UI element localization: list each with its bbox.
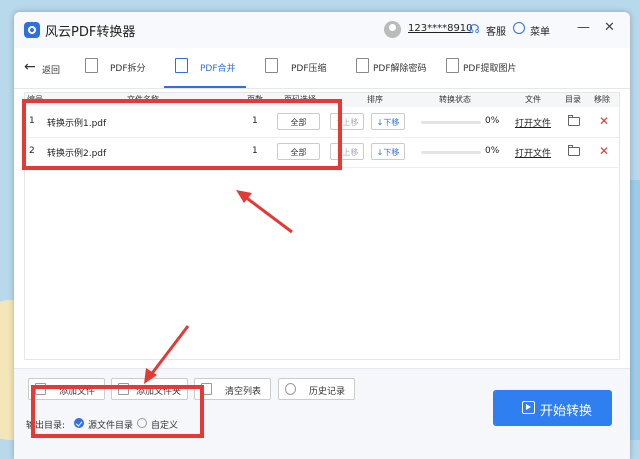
annotation-arrows — [144, 190, 293, 384]
annotation-arrow-down — [144, 325, 190, 384]
annotation-arrow-up — [236, 190, 293, 234]
